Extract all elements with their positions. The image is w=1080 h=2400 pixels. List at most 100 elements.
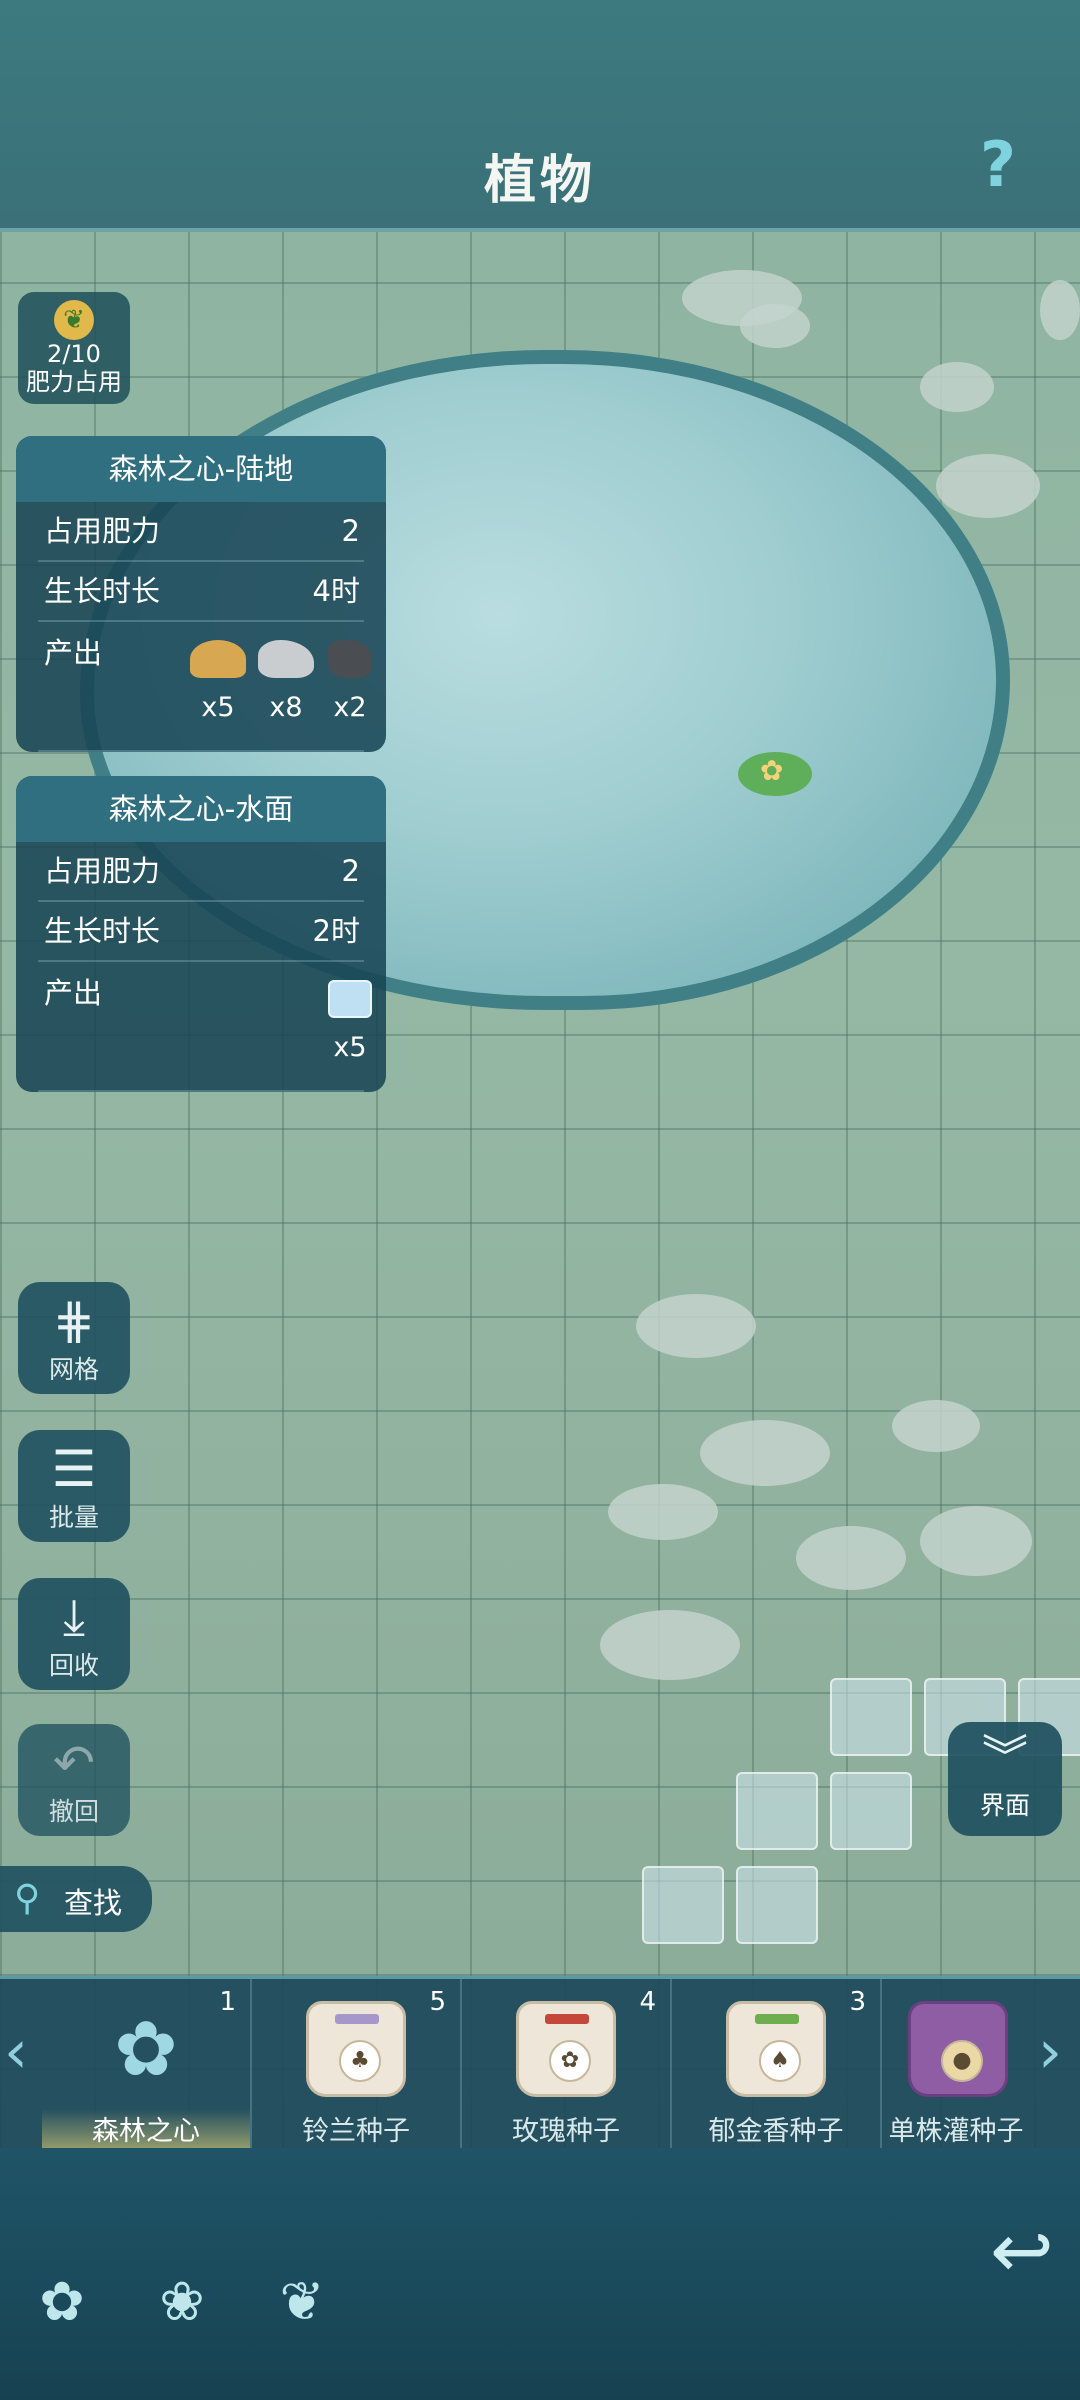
ice-tile (642, 1866, 724, 1944)
output-item: x2 (320, 636, 380, 723)
output-qty: x5 (333, 1032, 367, 1063)
output-qty: x5 (201, 692, 235, 723)
undo-arrow-icon: ↶ (53, 1734, 95, 1792)
stepping-stone (936, 454, 1040, 518)
seed-count: 3 (849, 1987, 866, 2017)
chevron-right-icon[interactable]: › (1038, 2017, 1062, 2087)
fertilizer-label: 肥力占用 (26, 368, 122, 396)
seed-name: 郁金香种子 (708, 2116, 844, 2147)
seed-bag-icon: ♣ (306, 2001, 406, 2097)
card-title: 森林之心-水面 (16, 776, 386, 842)
tool-label: 批量 (48, 1503, 99, 1532)
output-qty: x2 (333, 692, 367, 723)
output-row: 产出 x5 (38, 962, 372, 1092)
seed-name: 森林之心 (42, 2109, 250, 2148)
seed-bag-icon: ♠ (726, 2001, 826, 2097)
stepping-stone (892, 1400, 980, 1452)
double-chevron-down-icon: ︾ (982, 1730, 1028, 1784)
ice-cube-icon (320, 980, 380, 1024)
tool-label: 界面 (979, 1791, 1030, 1820)
tool-label: 撤回 (48, 1797, 99, 1826)
seed-item[interactable]: 1 ✿ 森林之心 (42, 1979, 252, 2151)
coal-icon (320, 640, 380, 684)
seed-selector-bar: ‹ › 1 ✿ 森林之心 5 ♣ 铃兰种子 4 ✿ 玫瑰种子 3 ♠ 郁金香种子… (0, 1976, 1080, 2151)
stepping-stone (608, 1484, 718, 1540)
output-label: 产出 (44, 636, 103, 670)
search-label: 查找 (64, 1886, 123, 1920)
seed-item[interactable]: ● 单株灌种子 (882, 1979, 1030, 2151)
header-bar: 植物 ? (0, 0, 1080, 232)
fertilizer-usage-badge[interactable]: ❦ 2/10 肥力占用 (18, 292, 130, 404)
info-row-fertility: 占用肥力 2 (38, 502, 364, 562)
ice-tile (830, 1678, 912, 1756)
ice-tile (736, 1772, 818, 1850)
seed-item[interactable]: 4 ✿ 玫瑰种子 (462, 1979, 672, 2151)
stepping-stone (796, 1526, 906, 1590)
stepping-stone (1040, 280, 1080, 340)
batch-button[interactable]: ☰ 批量 (18, 1430, 130, 1542)
row-value: 2 (341, 514, 360, 548)
back-arrow-icon[interactable]: ↩ (990, 2206, 1054, 2295)
page-title: 植物 (483, 151, 596, 211)
stepping-stone (920, 1506, 1032, 1576)
output-row: 产出 x5 x8 x2 (38, 622, 372, 752)
seed-bag-icon: ✿ (516, 2001, 616, 2097)
seed-count: 1 (219, 1987, 236, 2017)
seed-count: 5 (429, 1987, 446, 2017)
info-row-growth-time: 生长时长 2时 (38, 902, 364, 962)
output-item: x5 (188, 636, 248, 723)
info-row-fertility: 占用肥力 2 (38, 842, 364, 902)
flower-tab-icon[interactable]: ✿ (32, 2270, 92, 2340)
seed-item[interactable]: 5 ♣ 铃兰种子 (252, 1979, 462, 2151)
stepping-stone (700, 1420, 830, 1486)
row-key: 生长时长 (44, 914, 161, 948)
seed-count: 4 (639, 1987, 656, 2017)
shrub-seed-bag-icon: ● (908, 2001, 1008, 2097)
output-item: x5 (320, 976, 380, 1063)
stepping-stone (740, 304, 810, 348)
seed-name: 铃兰种子 (302, 2116, 410, 2147)
stepping-stone (636, 1294, 756, 1358)
sand-pile-icon (188, 640, 248, 684)
ice-tile (736, 1866, 818, 1944)
output-item: x8 (256, 636, 316, 723)
info-row-growth-time: 生长时长 4时 (38, 562, 364, 622)
stepping-stone (600, 1610, 740, 1680)
tool-label: 回收 (48, 1651, 99, 1680)
grid-toggle-button[interactable]: ⋕ 网格 (18, 1282, 130, 1394)
forest-heart-icon: ✿ (114, 2004, 178, 2093)
seed-name: 单株灌种子 (888, 2116, 1024, 2147)
search-icon: ⚲ (14, 1878, 41, 1919)
stepping-stone (920, 362, 994, 412)
plant-info-card-water: 森林之心-水面 占用肥力 2 生长时长 2时 产出 x5 (16, 776, 386, 1092)
recycle-button[interactable]: ⤓ 回收 (18, 1578, 130, 1690)
leaf-icon: ❦ (54, 300, 94, 340)
crop-tab-icon[interactable]: ❦ (272, 2270, 332, 2340)
row-value: 2 (341, 854, 360, 888)
seed-item[interactable]: 3 ♠ 郁金香种子 (672, 1979, 882, 2151)
row-key: 占用肥力 (44, 514, 161, 548)
row-value: 4时 (312, 574, 360, 608)
ice-tile (830, 1772, 912, 1850)
plant-tab-icon[interactable]: ❀ (152, 2270, 212, 2340)
recycle-icon: ⤓ (62, 1588, 86, 1646)
tool-label: 网格 (48, 1355, 99, 1384)
flower-icon: ✿ (760, 754, 784, 787)
question-mark-icon[interactable]: ? (980, 128, 1016, 201)
seed-name: 玫瑰种子 (512, 2116, 620, 2147)
row-key: 生长时长 (44, 574, 161, 608)
interface-toggle-button[interactable]: ︾ 界面 (948, 1722, 1062, 1836)
card-title: 森林之心-陆地 (16, 436, 386, 502)
grid-icon: ⋕ (53, 1292, 95, 1350)
undo-button[interactable]: ↶ 撤回 (18, 1724, 130, 1836)
row-key: 占用肥力 (44, 854, 161, 888)
output-qty: x8 (269, 692, 303, 723)
chevron-left-icon[interactable]: ‹ (4, 2017, 28, 2087)
output-label: 产出 (44, 976, 103, 1010)
stone-icon (256, 640, 316, 684)
plant-info-card-land: 森林之心-陆地 占用肥力 2 生长时长 4时 产出 x5 x8 x2 (16, 436, 386, 752)
fertilizer-count: 2/10 (47, 340, 101, 368)
checklist-icon: ☰ (51, 1440, 97, 1498)
search-button[interactable]: ⚲ 查找 (0, 1866, 152, 1932)
row-value: 2时 (312, 914, 360, 948)
